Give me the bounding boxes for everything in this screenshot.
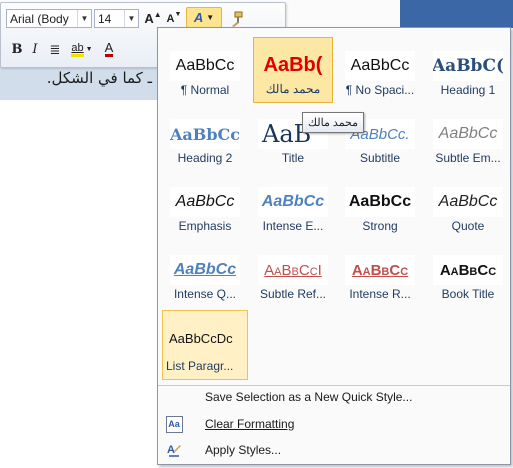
style-name: Title	[281, 151, 305, 165]
clear-formatting-icon: Aa	[162, 413, 186, 435]
font-color-label: A	[104, 40, 114, 57]
style-name: List Paragr...	[166, 359, 234, 373]
style-preview: AaBb(	[263, 53, 323, 76]
style-preview: AaBbCc	[345, 187, 415, 217]
style-name: محمد مالك	[265, 82, 321, 96]
style-preview: AaBbC(	[433, 51, 503, 81]
shrink-font-button[interactable]: A ▼	[164, 8, 184, 29]
style-intense-reference[interactable]: AaBbCc Intense R...	[340, 242, 420, 308]
document-text[interactable]: ـ كما في الشكل.	[22, 69, 152, 87]
style-heading-2[interactable]: AaBbCc Heading 2	[165, 106, 245, 172]
caret-down-icon: ▼	[174, 11, 182, 18]
svg-text:A: A	[167, 444, 175, 456]
style-preview: AaBbCc	[170, 51, 240, 81]
style-intense-quote[interactable]: AaBbCc Intense Q...	[165, 242, 245, 308]
style-tooltip: محمد مالك	[302, 112, 365, 133]
blank-icon	[162, 386, 186, 408]
style-preview: AaBbCc	[433, 255, 503, 285]
style-strong[interactable]: AaBbCc Strong	[340, 174, 420, 240]
chevron-down-icon[interactable]: ▼	[77, 10, 91, 27]
chevron-down-icon[interactable]: ▼	[124, 10, 138, 27]
styles-label: A	[193, 10, 204, 25]
font-name-value: Arial (Body	[10, 11, 69, 26]
style-preview: AaBbCcDc	[169, 330, 233, 346]
font-size-value: 14	[98, 11, 112, 26]
style-preview: AaBbCc	[345, 51, 415, 81]
grow-font-label: A	[144, 11, 154, 26]
style-emphasis[interactable]: AaBbCc Emphasis	[165, 174, 245, 240]
apply-styles-label: Apply Styles...	[205, 443, 282, 457]
style-list-paragraph[interactable]: AaBbCcDc List Paragr...	[162, 310, 248, 380]
highlight-label: ab	[71, 42, 84, 57]
style-name: ¶ No Spaci...	[345, 83, 415, 97]
format-painter-button[interactable]	[226, 8, 246, 29]
font-color-button[interactable]: A	[99, 39, 119, 60]
style-name: Quote	[451, 219, 485, 233]
style-heading-1[interactable]: AaBbC( Heading 1	[428, 38, 508, 104]
style-subtle-emphasis[interactable]: AaBbCc Subtle Em...	[428, 106, 508, 172]
style-preview: AaBbCc	[345, 255, 415, 285]
style-preview: AaBbCcI	[258, 255, 328, 285]
highlight-button[interactable]: ab ▼	[67, 39, 97, 60]
style-preview: AaBbCc	[170, 119, 240, 149]
apply-styles-icon: A	[162, 439, 186, 461]
center-align-button[interactable]: ≣	[45, 39, 65, 60]
clear-formatting-label: Clear Formatting	[205, 417, 295, 431]
style-name: Intense E...	[262, 219, 324, 233]
format-painter-icon	[232, 11, 243, 27]
style-name: Heading 1	[440, 83, 496, 97]
document-selection-right	[400, 0, 513, 28]
style-preview: AaBbCc	[170, 187, 240, 217]
style-preview: AaBbCc	[170, 255, 240, 285]
style-name: Intense R...	[349, 287, 411, 301]
style-subtle-reference[interactable]: AaBbCcI Subtle Ref...	[253, 242, 333, 308]
grow-font-button[interactable]: A ▲	[143, 8, 163, 29]
style-normal[interactable]: AaBbCc ¶ Normal	[165, 38, 245, 104]
save-selection-label: Save Selection as a New Quick Style...	[205, 390, 413, 404]
save-selection-as-quick-style[interactable]: Save Selection as a New Quick Style...	[158, 386, 509, 408]
style-no-spacing[interactable]: AaBbCc ¶ No Spaci...	[340, 38, 420, 104]
shrink-font-label: A	[166, 12, 175, 25]
style-name: Subtitle	[359, 151, 401, 165]
font-name-combo[interactable]: Arial (Body ▼	[6, 9, 92, 28]
style-name: Subtle Em...	[435, 151, 501, 165]
style-name: Subtle Ref...	[259, 287, 327, 301]
style-preview: AaBbCc	[433, 119, 503, 149]
chevron-down-icon: ▼	[85, 46, 93, 53]
style-name: Emphasis	[178, 219, 232, 233]
style-name: Heading 2	[177, 151, 233, 165]
caret-up-icon: ▲	[153, 10, 162, 19]
styles-button[interactable]: A ▼	[186, 7, 222, 28]
style-intense-emphasis[interactable]: AaBbCc Intense E...	[253, 174, 333, 240]
style-name: Book Title	[441, 287, 495, 301]
font-size-combo[interactable]: 14 ▼	[94, 9, 139, 28]
style-preview: AaBbCc	[258, 187, 328, 217]
chevron-down-icon: ▼	[206, 13, 215, 22]
style-quote[interactable]: AaBbCc Quote	[428, 174, 508, 240]
style-name: Intense Q...	[173, 287, 237, 301]
style-book-title[interactable]: AaBbCc Book Title	[428, 242, 508, 308]
bold-button[interactable]: B	[7, 39, 27, 60]
clear-formatting[interactable]: Aa Clear Formatting	[158, 413, 509, 435]
apply-styles[interactable]: A Apply Styles...	[158, 439, 509, 461]
style-name: Strong	[362, 219, 398, 233]
style-preview: AaBbCc	[433, 187, 503, 217]
style-custom-selected[interactable]: AaBb( محمد مالك	[253, 37, 333, 103]
italic-button[interactable]: I	[25, 39, 45, 60]
style-name: ¶ Normal	[180, 83, 230, 97]
